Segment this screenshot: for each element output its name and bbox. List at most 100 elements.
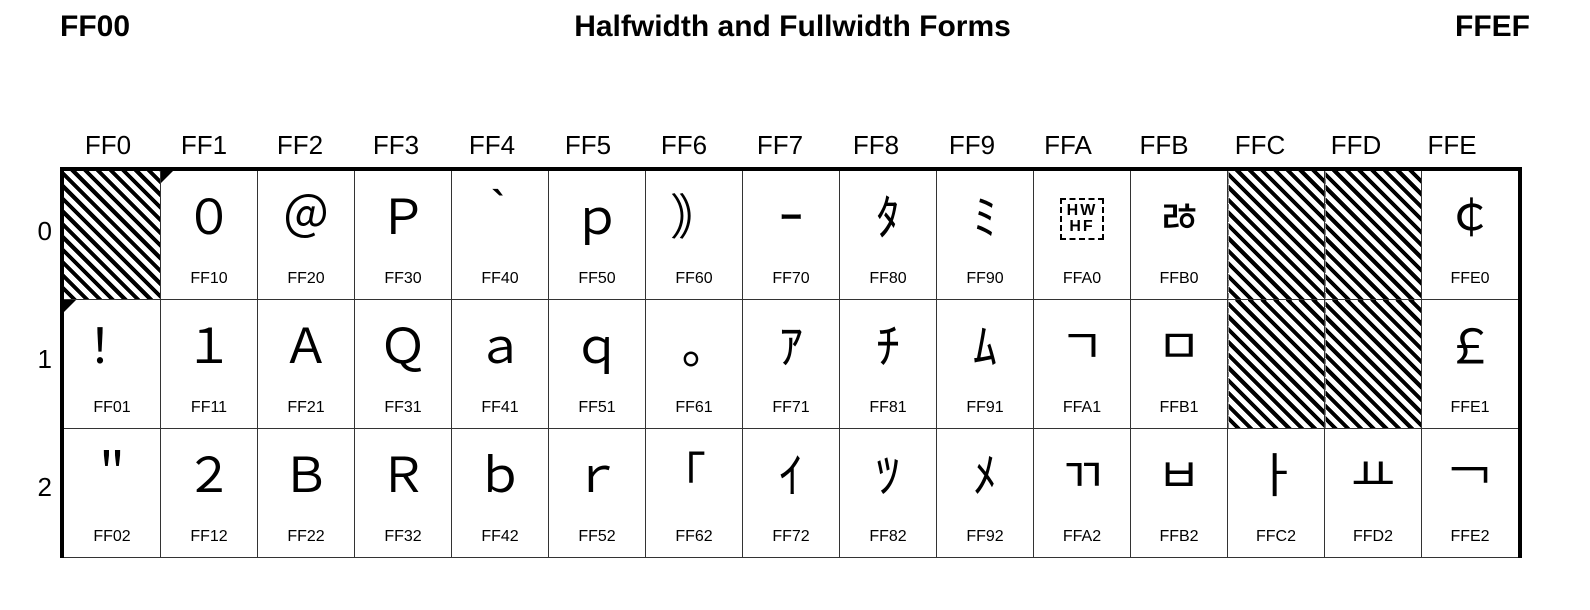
glyph-cell: ﾀFF80	[840, 169, 937, 300]
glyph: ￒ	[1325, 429, 1421, 525]
column-header: FF7	[732, 130, 828, 167]
codepoint-label: FF32	[355, 525, 451, 549]
column-header: FFE	[1404, 130, 1500, 167]
glyph-cell: ﾁFF81	[840, 300, 937, 429]
codepoint-label: FFA2	[1034, 525, 1130, 549]
codepoint-label: FFE1	[1422, 396, 1518, 420]
unicode-code-chart: FF00 Halfwidth and Fullwidth Forms FFEF …	[0, 0, 1590, 610]
column-header: FF5	[540, 130, 636, 167]
row-header: 2	[20, 423, 60, 551]
column-headers: FF0FF1FF2FF3FF4FF5FF6FF7FF8FF9FFAFFBFFCF…	[60, 130, 1522, 167]
codepoint-label: FF61	[646, 396, 742, 420]
glyph: ￠	[1422, 171, 1518, 267]
glyph: ﾰ	[1131, 171, 1227, 267]
glyph-cell: ｡FF61	[646, 300, 743, 429]
glyph: ｀	[452, 171, 548, 267]
glyph: ｒ	[549, 429, 645, 525]
range-start: FF00	[60, 10, 130, 44]
glyph-table: ０FF10＠FF20ＰFF30｀FF40ｐFF50｠FF60ｰFF70ﾀFF80…	[60, 167, 1522, 558]
glyph: HWHF	[1034, 171, 1130, 267]
codepoint-label: FF21	[258, 396, 354, 420]
codepoint-label: FFA0	[1034, 267, 1130, 291]
codepoint-label: FF82	[840, 525, 936, 549]
codepoint-label: FF92	[937, 525, 1033, 549]
glyph-cell: ０FF10	[161, 169, 258, 300]
codepoint-label: FF80	[840, 267, 936, 291]
codepoint-label: FF10	[161, 267, 257, 291]
chart-title: Halfwidth and Fullwidth Forms	[130, 10, 1455, 44]
glyph: ￡	[1422, 300, 1518, 396]
glyph-cell: ￂFFC2	[1228, 429, 1325, 558]
codepoint-label: FF90	[937, 267, 1033, 291]
glyph-cell: ｰFF70	[743, 169, 840, 300]
glyph-cell	[1325, 169, 1422, 300]
glyph-cell: ＡFF21	[258, 300, 355, 429]
glyph: ２	[161, 429, 257, 525]
glyph-cell: ｀FF40	[452, 169, 549, 300]
glyph-cell: ＰFF30	[355, 169, 452, 300]
codepoint-label: FF11	[161, 396, 257, 420]
glyph-cell: HWHF FFA0	[1034, 169, 1131, 300]
hwhf-placeholder-icon: HWHF	[1060, 198, 1105, 240]
glyph-cell	[1228, 169, 1325, 300]
codepoint-label: FF60	[646, 267, 742, 291]
glyph-cell: ｒFF52	[549, 429, 646, 558]
glyph-cell: ￢FFE2	[1422, 429, 1521, 558]
glyph: ｰ	[743, 171, 839, 267]
glyph-cell: ！FF01	[62, 300, 161, 429]
glyph-cell: ＲFF32	[355, 429, 452, 558]
glyph-cell: ﾑFF91	[937, 300, 1034, 429]
codepoint-label: FF72	[743, 525, 839, 549]
glyph-cell: ｲFF72	[743, 429, 840, 558]
glyph: ｠	[646, 171, 742, 267]
glyph: ｢	[646, 429, 742, 525]
codepoint-label: FF51	[549, 396, 645, 420]
glyph: ＂	[64, 429, 160, 525]
codepoint-label: FFE0	[1422, 267, 1518, 291]
glyph: ﾑ	[937, 300, 1033, 396]
glyph: ｲ	[743, 429, 839, 525]
glyph: ￢	[1422, 429, 1518, 525]
glyph-cell: ﾐFF90	[937, 169, 1034, 300]
glyph-cell: ＂FF02	[62, 429, 161, 558]
codepoint-label: FF41	[452, 396, 548, 420]
codepoint-label: FF81	[840, 396, 936, 420]
glyph: ﾢ	[1034, 429, 1130, 525]
chart-header: FF00 Halfwidth and Fullwidth Forms FFEF	[0, 0, 1590, 44]
glyph-cell	[1325, 300, 1422, 429]
glyph: ﾐ	[937, 171, 1033, 267]
glyph: Ｒ	[355, 429, 451, 525]
codepoint-label: FF31	[355, 396, 451, 420]
glyph: ｑ	[549, 300, 645, 396]
codepoint-label: FFB1	[1131, 396, 1227, 420]
glyph-cell: ｑFF51	[549, 300, 646, 429]
codepoint-label: FF52	[549, 525, 645, 549]
glyph: ﾲ	[1131, 429, 1227, 525]
glyph-cell: ＢFF22	[258, 429, 355, 558]
glyph: ﾀ	[840, 171, 936, 267]
glyph-cell: ﾰFFB0	[1131, 169, 1228, 300]
codepoint-label: FFC2	[1228, 525, 1324, 549]
glyph-cell: ﾡFFA1	[1034, 300, 1131, 429]
codepoint-label: FFD2	[1325, 525, 1421, 549]
codepoint-label: FFB0	[1131, 267, 1227, 291]
codepoint-label: FF62	[646, 525, 742, 549]
glyph: ｱ	[743, 300, 839, 396]
glyph-cell: ﾢFFA2	[1034, 429, 1131, 558]
codepoint-label: FF70	[743, 267, 839, 291]
glyph: Ｂ	[258, 429, 354, 525]
glyph: ﾒ	[937, 429, 1033, 525]
glyph-cell: ＱFF31	[355, 300, 452, 429]
glyph: ﾂ	[840, 429, 936, 525]
glyph: Ｑ	[355, 300, 451, 396]
codepoint-label: FF71	[743, 396, 839, 420]
glyph-cell: ａFF41	[452, 300, 549, 429]
glyph: ａ	[452, 300, 548, 396]
column-header: FF6	[636, 130, 732, 167]
codepoint-label: FFB2	[1131, 525, 1227, 549]
glyph-cell: ￠FFE0	[1422, 169, 1521, 300]
glyph-cell: ｢FF62	[646, 429, 743, 558]
glyph: ！	[64, 300, 160, 396]
column-header: FF8	[828, 130, 924, 167]
row-headers: 012	[20, 167, 60, 558]
